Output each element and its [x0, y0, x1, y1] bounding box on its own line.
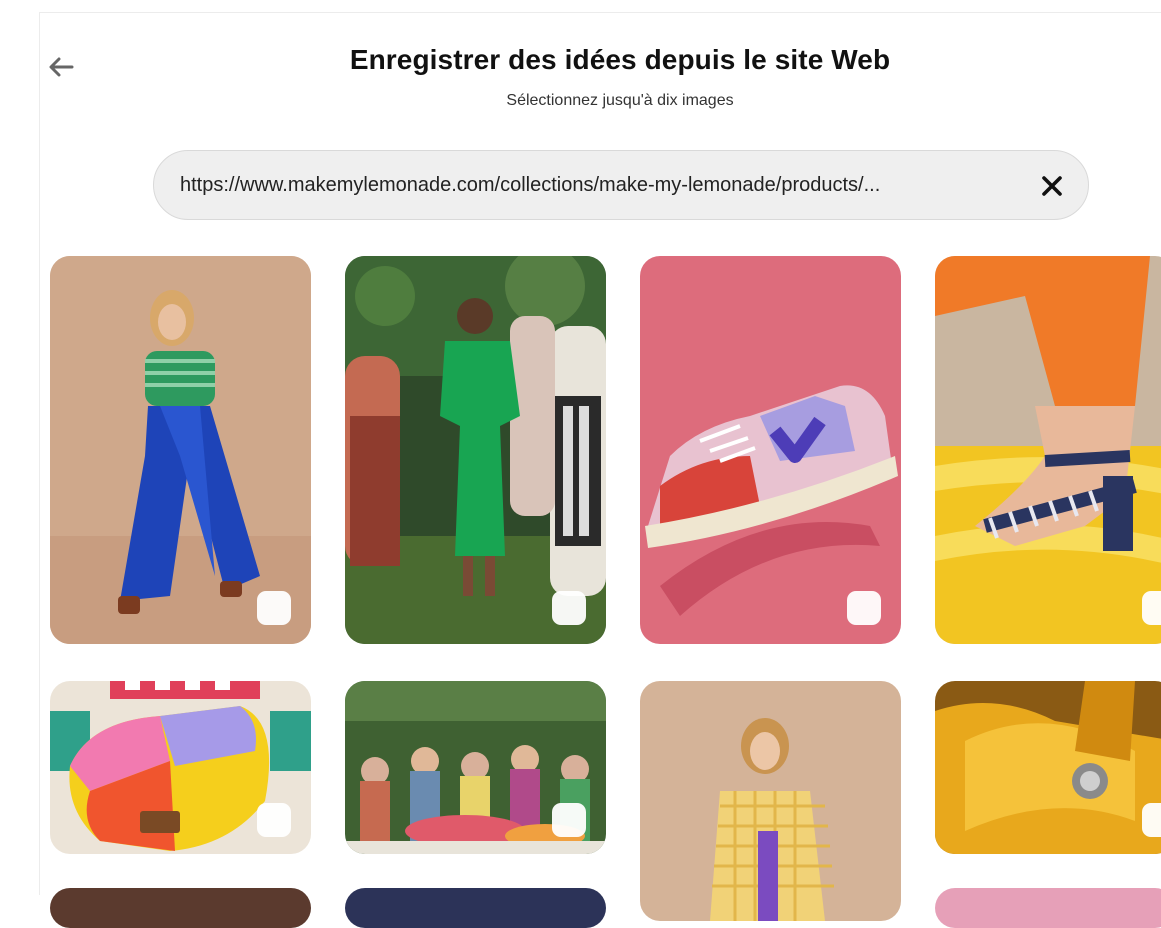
select-checkbox[interactable]: [552, 591, 586, 625]
select-checkbox[interactable]: [257, 803, 291, 837]
image-tile[interactable]: [640, 256, 901, 644]
panel-border-top: [39, 12, 1161, 13]
party-photo: [345, 256, 606, 644]
image-tile[interactable]: [345, 681, 606, 854]
sandal-photo: [935, 256, 1161, 644]
url-input[interactable]: https://www.makemylemonade.com/collectio…: [180, 174, 1010, 197]
select-checkbox[interactable]: [1142, 591, 1161, 625]
sneaker-photo: [640, 256, 901, 644]
fashion-photo: [50, 256, 311, 644]
image-tile[interactable]: [935, 256, 1161, 644]
image-tile[interactable]: [935, 681, 1161, 854]
select-checkbox[interactable]: [257, 591, 291, 625]
page-subtitle: Sélectionnez jusqu'à dix images: [506, 92, 734, 109]
select-checkbox[interactable]: [847, 591, 881, 625]
top-margin: [0, 0, 1161, 12]
checked-jacket-photo: [640, 681, 901, 921]
page-title: Enregistrer des idées depuis le site Web: [349, 44, 891, 75]
image-tile[interactable]: [50, 256, 311, 644]
yellow-bag-photo: [935, 681, 1161, 854]
image-tile[interactable]: [50, 681, 311, 854]
image-tile[interactable]: [345, 888, 606, 928]
clear-url-button[interactable]: [1038, 172, 1066, 200]
url-input-container[interactable]: https://www.makemylemonade.com/collectio…: [153, 150, 1089, 220]
image-tile[interactable]: [935, 888, 1161, 928]
select-checkbox[interactable]: [1142, 803, 1161, 837]
image-tile[interactable]: [345, 256, 606, 644]
image-tile[interactable]: [640, 681, 901, 921]
panel-border-left: [39, 12, 40, 895]
image-tile[interactable]: [50, 888, 311, 928]
close-icon: [1042, 176, 1062, 196]
select-checkbox[interactable]: [552, 803, 586, 837]
